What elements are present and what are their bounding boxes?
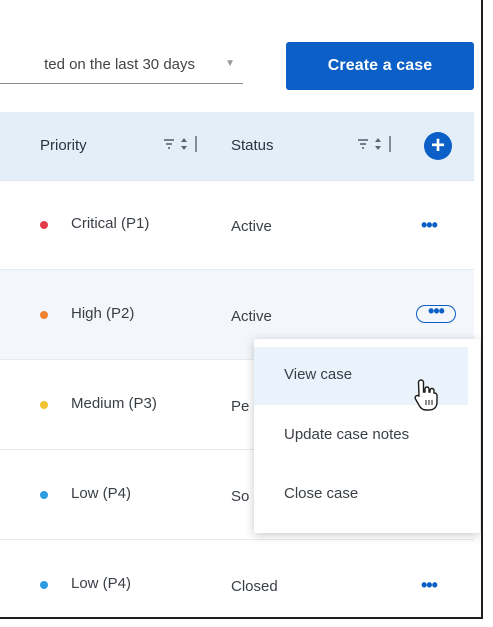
priority-dot: [40, 221, 48, 229]
hand-cursor-icon: [414, 379, 438, 411]
status-cell: Active: [231, 308, 272, 325]
menu-item-close-case[interactable]: Close case: [284, 485, 358, 502]
table-header: Priority Status +: [0, 112, 474, 181]
priority-dot: [40, 311, 48, 319]
filter-sort-icon[interactable]: [162, 134, 202, 159]
table-row[interactable]: Low (P4) Closed •••: [0, 540, 474, 617]
priority-cell: Low (P4): [71, 485, 132, 502]
column-header-status[interactable]: Status: [231, 137, 274, 154]
priority-cell: Critical (P1): [71, 215, 150, 232]
add-column-icon[interactable]: +: [424, 132, 452, 160]
filter-sort-icon[interactable]: [356, 134, 396, 159]
chevron-down-icon: ▼: [225, 58, 235, 69]
priority-dot: [40, 491, 48, 499]
more-actions-icon[interactable]: •••: [421, 216, 438, 234]
status-cell: Active: [231, 218, 272, 235]
status-cell: So: [231, 488, 250, 505]
more-actions-icon[interactable]: •••: [421, 576, 438, 594]
status-cell: Pe: [231, 398, 250, 415]
menu-item-view-case[interactable]: View case: [284, 366, 352, 383]
priority-cell: Medium (P3): [71, 395, 157, 412]
date-range-value: ted on the last 30 days: [44, 56, 195, 73]
row-actions-menu: View case Update case notes Close case: [254, 339, 480, 533]
priority-cell: High (P2): [71, 305, 135, 322]
date-range-select[interactable]: ted on the last 30 days ▼: [0, 48, 243, 84]
status-cell: Closed: [231, 578, 278, 595]
menu-item-update-case-notes[interactable]: Update case notes: [284, 426, 409, 443]
more-actions-icon[interactable]: •••: [416, 302, 456, 323]
cases-panel: ted on the last 30 days ▼ Create a case …: [0, 0, 483, 619]
table-row[interactable]: Critical (P1) Active •••: [0, 180, 474, 270]
priority-dot: [40, 401, 48, 409]
create-case-button[interactable]: Create a case: [286, 42, 474, 90]
priority-dot: [40, 581, 48, 589]
column-header-priority[interactable]: Priority: [40, 137, 87, 154]
priority-cell: Low (P4): [71, 575, 132, 592]
